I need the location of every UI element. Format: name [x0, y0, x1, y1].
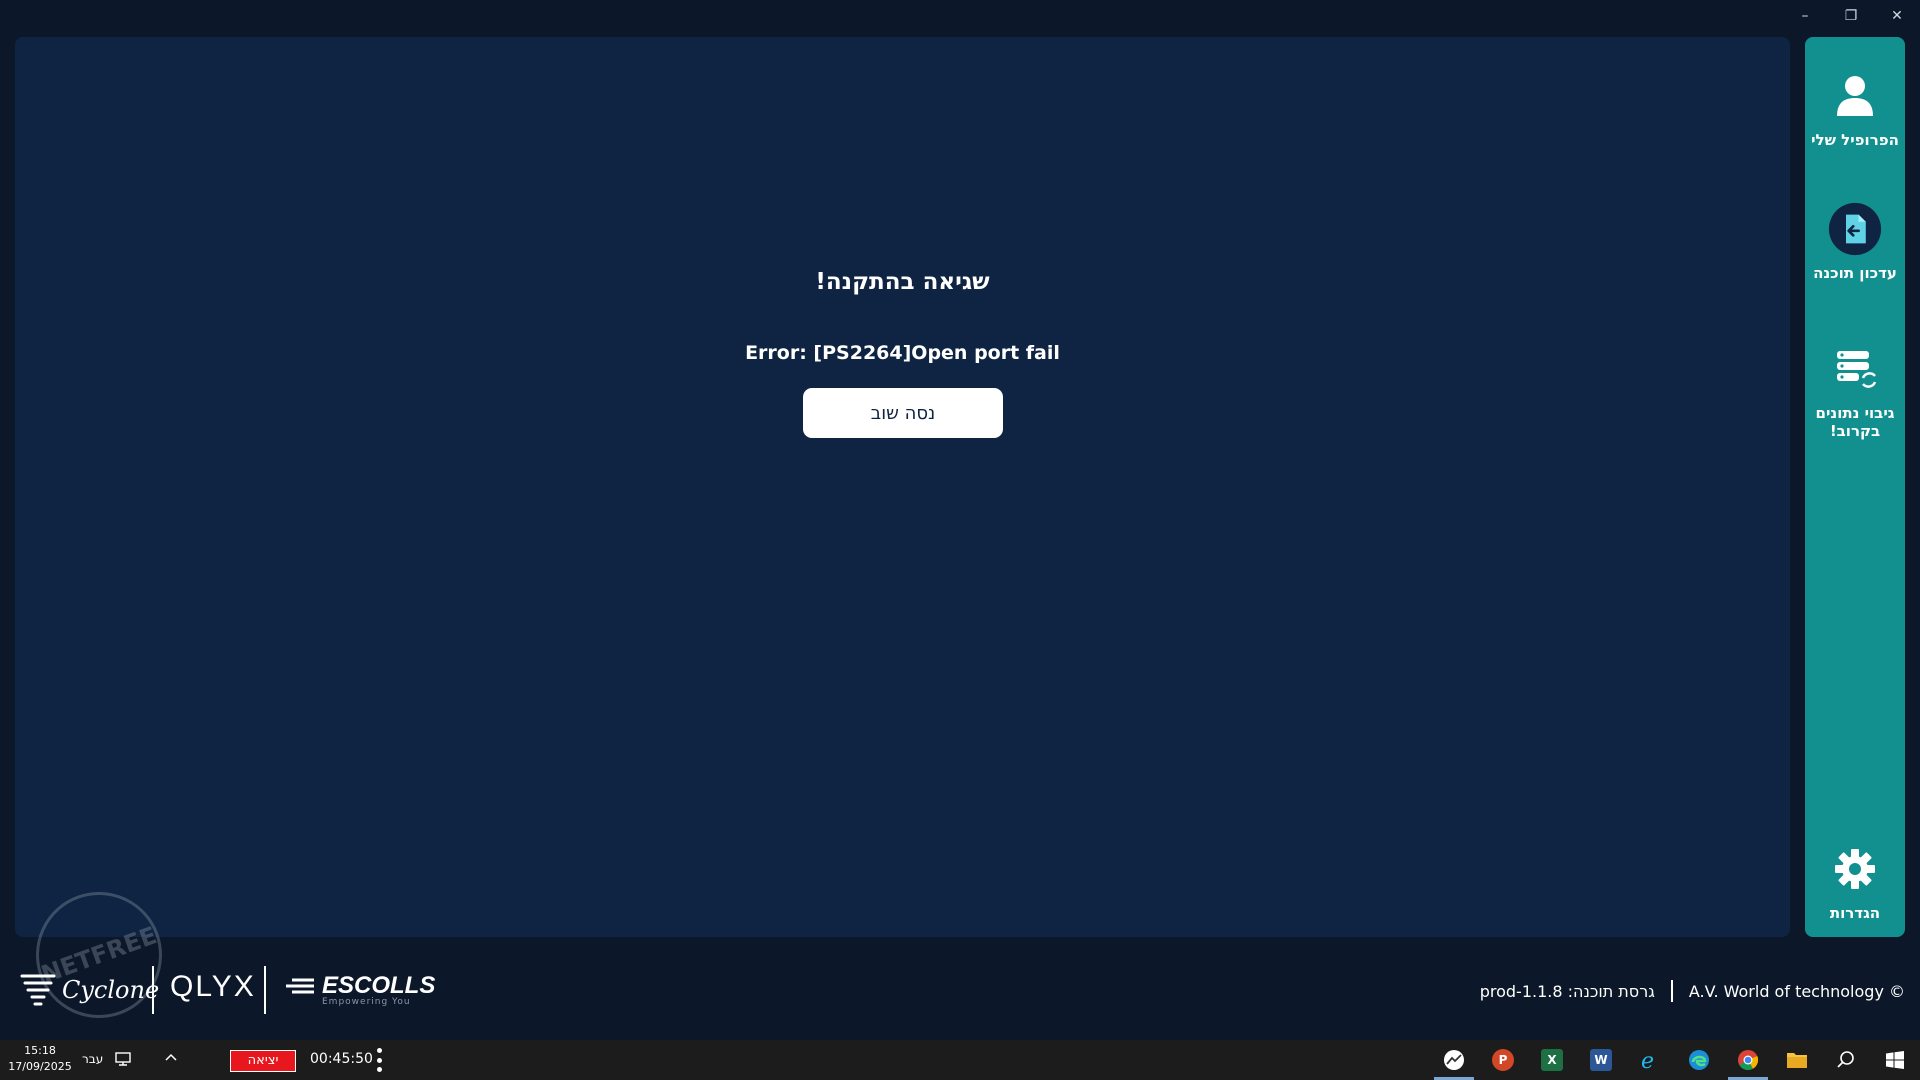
footer-divider	[264, 966, 266, 1014]
footer-info: גרסת תוכנה: prod-1.1.8 A.V. World of tec…	[1480, 980, 1905, 1002]
language-indicator[interactable]: עבר	[82, 1052, 103, 1066]
retry-button[interactable]: נסה שוב	[803, 388, 1003, 438]
copyright-text: A.V. World of technology ©	[1688, 981, 1905, 1001]
taskbar: 15:18 17/09/2025 עבר יציאה 00:45:50 P X …	[0, 1040, 1920, 1080]
footer: NETFREE Cyclone QLYX ESCOLLS Empowering …	[0, 874, 1920, 1040]
windows-start-icon[interactable]	[1875, 1044, 1915, 1076]
close-button[interactable]: ✕	[1874, 0, 1920, 32]
server-sync-icon	[1828, 342, 1882, 396]
word-icon[interactable]: W	[1581, 1044, 1621, 1076]
session-timer: 00:45:50	[310, 1051, 373, 1067]
search-icon[interactable]	[1826, 1044, 1866, 1076]
sidebar-item-profile[interactable]: הפרופיל שלי	[1805, 69, 1905, 149]
clock-time: 15:18	[24, 1044, 56, 1057]
qlyx-logo: QLYX	[170, 970, 256, 1003]
user-icon	[1828, 69, 1882, 123]
file-update-icon	[1828, 202, 1882, 256]
sidebar-item-settings[interactable]: הגדרות	[1805, 842, 1905, 922]
sidebar: הפרופיל שלי עדכון תוכנה גיבוי נתונים בקר…	[1805, 37, 1905, 937]
title-bar: – ❐ ✕	[0, 0, 1920, 36]
footer-separator	[1670, 980, 1673, 1002]
chevron-up-icon[interactable]	[162, 1050, 180, 1068]
error-title: שגיאה בהתקנה!	[815, 269, 990, 295]
chart-app-icon[interactable]	[1434, 1044, 1474, 1080]
cyclone-logo: Cyclone	[18, 970, 159, 1010]
file-explorer-icon[interactable]	[1777, 1044, 1817, 1076]
minimize-button[interactable]: –	[1782, 0, 1828, 32]
maximize-button[interactable]: ❐	[1828, 0, 1874, 32]
cyclone-logo-text: Cyclone	[62, 976, 160, 1004]
network-icon[interactable]	[114, 1050, 132, 1068]
cyclone-logo-icon	[20, 974, 56, 1006]
escolls-logo: ESCOLLS Empowering You	[284, 972, 435, 1007]
sidebar-item-update[interactable]: עדכון תוכנה	[1805, 202, 1905, 282]
sidebar-item-backup[interactable]: גיבוי נתונים בקרוב!	[1805, 342, 1905, 440]
powerpoint-icon[interactable]: P	[1483, 1044, 1523, 1076]
error-message: Error: [PS2264]Open port fail	[745, 342, 1060, 364]
excel-icon[interactable]: X	[1532, 1044, 1572, 1076]
more-options-icon[interactable]	[374, 1048, 384, 1072]
edge-icon[interactable]	[1679, 1044, 1719, 1076]
gear-icon	[1828, 842, 1882, 896]
taskbar-clock[interactable]: 15:18 17/09/2025	[8, 1043, 72, 1075]
svg-text:e: e	[1641, 1049, 1654, 1072]
clock-date: 17/09/2025	[8, 1060, 72, 1073]
exit-button[interactable]: יציאה	[230, 1050, 296, 1072]
escolls-lines-icon	[286, 978, 314, 994]
version-text: גרסת תוכנה: prod-1.1.8	[1479, 981, 1655, 1001]
main-panel: שגיאה בהתקנה! Error: [PS2264]Open port f…	[15, 37, 1790, 937]
escolls-logo-text: ESCOLLS	[322, 972, 436, 999]
sidebar-item-label: גיבוי נתונים בקרוב!	[1815, 404, 1895, 440]
sidebar-item-label: הגדרות	[1829, 904, 1881, 922]
internet-explorer-icon[interactable]: e	[1630, 1044, 1670, 1076]
sidebar-item-label: עדכון תוכנה	[1813, 264, 1897, 282]
sidebar-item-label: הפרופיל שלי	[1811, 131, 1899, 149]
footer-divider	[152, 966, 154, 1014]
chrome-icon[interactable]	[1728, 1044, 1768, 1080]
